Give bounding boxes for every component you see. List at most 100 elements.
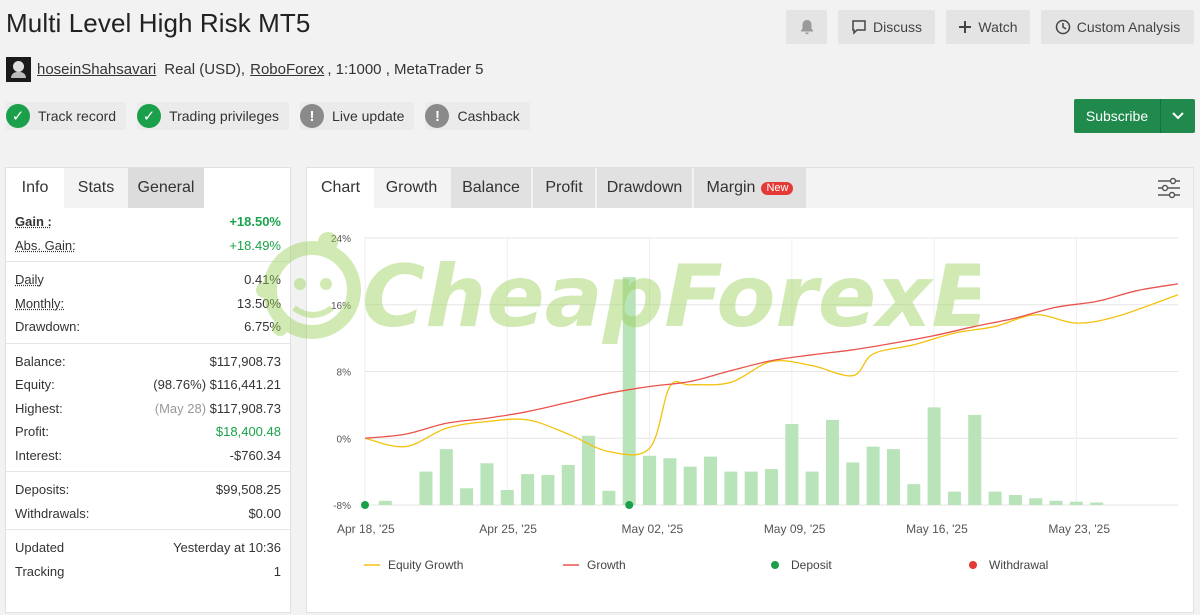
highest-date: (May 28) — [154, 400, 207, 416]
x-tick-label: Apr 25, '25 — [479, 522, 537, 536]
bar — [561, 464, 575, 505]
bar — [704, 456, 718, 505]
badge-trading-privileges[interactable]: ✓ Trading privileges — [137, 102, 290, 130]
balance-value: $117,908.73 — [209, 353, 281, 369]
bar — [805, 471, 819, 505]
watch-button[interactable]: Watch — [946, 10, 1030, 44]
bar — [602, 490, 616, 505]
updated-value: Yesterday at 10:36 — [173, 540, 281, 556]
bar — [988, 491, 1002, 505]
bar — [521, 474, 535, 505]
withdrawals-value: $0.00 — [248, 505, 281, 521]
bar — [378, 500, 392, 505]
equity-value: $116,441.21 — [209, 377, 281, 393]
badge-label: Track record — [38, 108, 117, 124]
bell-icon — [800, 20, 813, 35]
new-badge: New — [761, 181, 794, 195]
legend-label: Equity Growth — [388, 558, 463, 572]
tab-stats[interactable]: Stats — [64, 168, 128, 208]
badge-track-record[interactable]: ✓ Track record — [6, 102, 127, 130]
series-line-growth — [364, 283, 1179, 439]
bar — [439, 449, 453, 505]
stats-panel: Info Stats General Gain : +18.50% Abs. Ga… — [5, 167, 291, 613]
daily-value: 0.41% — [244, 272, 281, 288]
tab-drawdown[interactable]: Drawdown — [597, 168, 692, 208]
tab-margin[interactable]: Margin New — [694, 168, 806, 208]
bar — [541, 474, 555, 505]
plus-icon — [959, 21, 972, 33]
check-icon: ✓ — [137, 104, 162, 128]
chart-heading: Chart — [307, 168, 374, 208]
discuss-button[interactable]: Discuss — [838, 10, 935, 44]
deposit-marker — [625, 501, 634, 509]
check-icon: ✓ — [6, 104, 30, 128]
y-tick-label: -8% — [333, 501, 351, 512]
avatar[interactable] — [6, 56, 31, 82]
bar — [500, 489, 514, 505]
bar — [460, 488, 474, 505]
custom-analysis-button[interactable]: Custom Analysis — [1041, 10, 1194, 44]
broker-link[interactable]: RoboForex — [250, 61, 324, 78]
highest-value: $117,908.73 — [209, 400, 281, 416]
abs-gain-label[interactable]: Abs. Gain: — [15, 238, 76, 253]
subscribe-label: Subscribe — [1074, 99, 1161, 133]
badge-cashback[interactable]: ! Cashback — [425, 102, 530, 130]
balance-label: Balance: — [15, 353, 66, 369]
badge-label: Live update — [332, 108, 405, 124]
legend-label: Withdrawal — [989, 558, 1048, 572]
subscribe-button[interactable]: Subscribe — [1074, 99, 1195, 133]
x-tick-label: Apr 18, '25 — [337, 522, 395, 536]
bar — [1090, 502, 1104, 505]
bar — [663, 458, 677, 505]
comment-icon — [852, 20, 866, 35]
bar — [643, 455, 657, 505]
bar — [622, 277, 636, 505]
gain-value: +18.50% — [229, 214, 281, 230]
equity-label: Equity: — [15, 377, 55, 393]
bar — [947, 491, 961, 505]
bar — [1008, 494, 1022, 505]
bar — [1049, 500, 1063, 505]
bar — [968, 414, 982, 505]
badge-label: Trading privileges — [169, 108, 280, 124]
withdrawals-label: Withdrawals: — [15, 505, 90, 521]
account-type: Real (USD), — [164, 60, 246, 78]
tab-growth[interactable]: Growth — [374, 168, 449, 208]
bar — [419, 471, 433, 505]
monthly-label[interactable]: Monthly: — [15, 296, 64, 311]
watch-label: Watch — [978, 19, 1018, 35]
highest-label: Highest: — [15, 400, 63, 416]
badge-live-update[interactable]: ! Live update — [300, 102, 415, 130]
drawdown-value: 6.75% — [244, 319, 281, 335]
x-tick-label: May 16, '25 — [906, 522, 968, 536]
tab-info[interactable]: Info — [6, 168, 64, 208]
clock-icon — [1055, 19, 1070, 35]
y-tick-label: 16% — [331, 301, 351, 312]
tracking-value: 1 — [273, 563, 281, 579]
settings-sliders-icon[interactable] — [1157, 177, 1181, 199]
tab-profit[interactable]: Profit — [533, 168, 595, 208]
y-tick-label: 0% — [337, 434, 352, 445]
bar — [825, 419, 839, 505]
deposits-value: $99,508.25 — [215, 482, 281, 498]
x-tick-label: May 23, '25 — [1048, 522, 1110, 536]
legend-swatch — [969, 561, 977, 569]
custom-analysis-label: Custom Analysis — [1076, 19, 1181, 35]
interest-label: Interest: — [15, 447, 62, 463]
tab-general[interactable]: General — [128, 168, 204, 208]
profit-label: Profit: — [15, 424, 49, 440]
notify-button[interactable] — [786, 10, 827, 44]
gain-label[interactable]: Gain : — [15, 214, 52, 229]
monthly-value: 13.50% — [236, 295, 281, 311]
username-link[interactable]: hoseinShahsavari — [37, 61, 156, 78]
tab-margin-label: Margin — [706, 179, 756, 196]
badge-list: ✓ Track record ✓ Trading privileges ! Li… — [6, 102, 530, 130]
tab-balance[interactable]: Balance — [451, 168, 531, 208]
account-leverage: , 1:1000 , MetaTrader 5 — [327, 60, 484, 78]
chevron-down-icon[interactable] — [1161, 112, 1195, 120]
legend-label: Growth — [587, 558, 626, 572]
bar — [886, 449, 900, 505]
bar — [480, 463, 494, 505]
daily-label[interactable]: Daily — [15, 272, 44, 287]
exclamation-icon: ! — [300, 104, 325, 128]
